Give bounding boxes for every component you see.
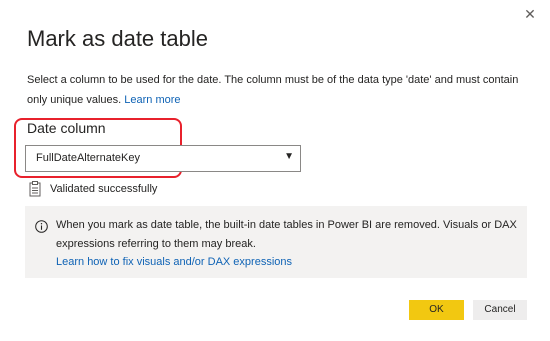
- close-icon: ✕: [524, 6, 536, 22]
- dialog-title: Mark as date table: [27, 26, 208, 51]
- validation-status: Validated successfully: [29, 181, 157, 197]
- learn-more-link[interactable]: Learn more: [124, 94, 180, 106]
- clipboard-check-icon: [29, 181, 41, 197]
- dialog-description: Select a column to be used for the date.…: [27, 70, 527, 110]
- chevron-down-icon: ▼: [284, 151, 294, 162]
- date-column-value: FullDateAlternateKey: [36, 152, 140, 164]
- info-icon: [35, 220, 48, 233]
- date-column-label: Date column: [27, 120, 106, 136]
- date-column-select[interactable]: FullDateAlternateKey ▼: [25, 145, 301, 172]
- info-text: When you mark as date table, the built-i…: [56, 219, 517, 250]
- info-panel: When you mark as date table, the built-i…: [25, 206, 527, 278]
- cancel-button[interactable]: Cancel: [473, 300, 527, 320]
- ok-button[interactable]: OK: [409, 300, 464, 320]
- description-text: Select a column to be used for the date.…: [27, 74, 519, 106]
- fix-visuals-link[interactable]: Learn how to fix visuals and/or DAX expr…: [56, 256, 292, 268]
- validation-text: Validated successfully: [50, 183, 158, 195]
- close-button[interactable]: ✕: [518, 2, 542, 26]
